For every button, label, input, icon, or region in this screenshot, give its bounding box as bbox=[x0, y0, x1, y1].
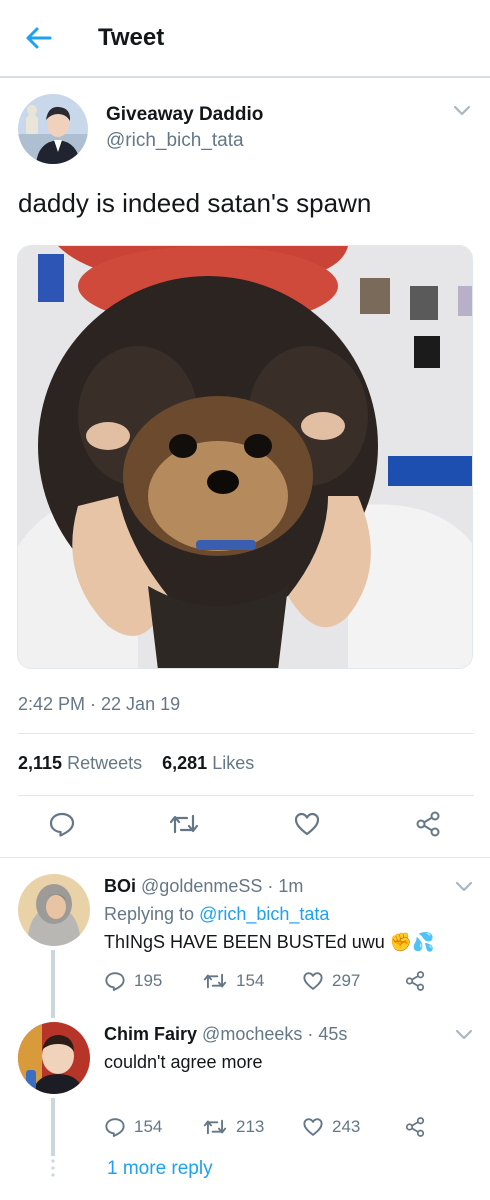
tweet-author: Giveaway Daddio @rich_bich_tata bbox=[18, 94, 472, 170]
tweet-stats: 2,115 Retweets 6,281 Likes bbox=[18, 753, 254, 774]
retweet-button[interactable]: 154 bbox=[202, 970, 264, 992]
reply-text: couldn't agree more bbox=[104, 1052, 263, 1072]
reply-header: Chim Fairy @mocheeks · 45s bbox=[104, 1024, 347, 1045]
reply-tweet[interactable]: BOi @goldenmeSS · 1m Replying to @rich_b… bbox=[0, 870, 490, 1018]
retweet-count: 213 bbox=[236, 1117, 265, 1136]
share-button[interactable] bbox=[414, 810, 442, 838]
reply-emoji: ✊💦 bbox=[389, 932, 435, 952]
share-icon bbox=[405, 971, 425, 991]
reply-author-name[interactable]: Chim Fairy bbox=[104, 1024, 197, 1044]
replying-to-label: Replying to bbox=[104, 904, 195, 924]
reply-text-row: ThINgS HAVE BEEN BUSTEd uwu ✊💦 bbox=[104, 932, 435, 953]
share-icon bbox=[405, 1117, 425, 1137]
retweet-icon bbox=[169, 814, 199, 834]
reply-button[interactable]: 154 bbox=[104, 1116, 162, 1138]
likes-label: Likes bbox=[212, 753, 255, 773]
more-replies-link[interactable]: 1 more reply bbox=[107, 1158, 213, 1180]
back-button[interactable] bbox=[22, 22, 54, 54]
thread-line bbox=[51, 950, 55, 1018]
reply-button[interactable]: 195 bbox=[104, 970, 162, 992]
likes-count: 6,281 bbox=[162, 753, 208, 773]
reply-icon bbox=[49, 812, 75, 837]
retweet-count: 154 bbox=[236, 971, 265, 990]
divider bbox=[0, 857, 490, 858]
like-button[interactable] bbox=[293, 810, 321, 838]
reply-avatar[interactable] bbox=[18, 1022, 90, 1094]
thread-dots bbox=[51, 1158, 55, 1178]
retweet-button[interactable]: 213 bbox=[202, 1116, 264, 1138]
retweets-count: 2,115 bbox=[18, 753, 63, 773]
chevron-down-icon[interactable] bbox=[452, 104, 472, 118]
reply-time: · 1m bbox=[267, 876, 304, 896]
reply-button[interactable] bbox=[48, 810, 76, 838]
reply-count: 195 bbox=[134, 971, 163, 990]
author-avatar[interactable] bbox=[18, 94, 88, 164]
replying-to: Replying to @rich_bich_tata bbox=[104, 904, 329, 925]
heart-icon bbox=[303, 972, 323, 990]
reply-count: 154 bbox=[134, 1117, 163, 1136]
retweet-icon bbox=[203, 1119, 227, 1135]
page-title: Tweet bbox=[98, 24, 165, 51]
arrow-left-icon bbox=[26, 27, 52, 49]
reply-header: BOi @goldenmeSS · 1m bbox=[104, 876, 303, 897]
retweet-icon bbox=[203, 973, 227, 989]
author-handle[interactable]: @rich_bich_tata bbox=[106, 130, 244, 152]
reply-time: · 45s bbox=[307, 1024, 348, 1044]
author-name[interactable]: Giveaway Daddio bbox=[106, 104, 263, 126]
heart-icon bbox=[303, 1118, 323, 1136]
like-count: 243 bbox=[332, 1117, 361, 1136]
heart-icon bbox=[294, 812, 320, 836]
share-button[interactable] bbox=[404, 970, 426, 992]
reply-author-name[interactable]: BOi bbox=[104, 876, 136, 896]
reply-text: ThINgS HAVE BEEN BUSTEd uwu bbox=[104, 932, 385, 952]
likes-stat[interactable]: 6,281 Likes bbox=[162, 753, 254, 773]
replying-to-handle[interactable]: @rich_bich_tata bbox=[199, 904, 329, 924]
reply-author-handle[interactable]: @goldenmeSS bbox=[141, 876, 262, 896]
like-button[interactable]: 243 bbox=[302, 1116, 360, 1138]
divider bbox=[18, 795, 474, 796]
retweets-stat[interactable]: 2,115 Retweets bbox=[18, 753, 142, 773]
share-button[interactable] bbox=[404, 1116, 426, 1138]
chevron-down-icon[interactable] bbox=[454, 880, 474, 894]
like-button[interactable]: 297 bbox=[302, 970, 360, 992]
divider bbox=[18, 733, 474, 734]
reply-icon bbox=[105, 972, 125, 991]
avatar-image bbox=[18, 94, 88, 164]
top-bar: Tweet bbox=[0, 0, 490, 78]
avatar-image bbox=[18, 1022, 90, 1094]
reply-tweet[interactable]: Chim Fairy @mocheeks · 45s couldn't agre… bbox=[0, 1018, 490, 1158]
thread-line bbox=[51, 1098, 55, 1156]
like-count: 297 bbox=[332, 971, 361, 990]
retweet-button[interactable] bbox=[168, 810, 200, 838]
chevron-down-icon[interactable] bbox=[454, 1028, 474, 1042]
photo-image bbox=[18, 246, 472, 668]
tweet-photo[interactable] bbox=[17, 245, 473, 669]
share-icon bbox=[416, 811, 440, 837]
avatar-image bbox=[18, 874, 90, 946]
tweet-text: daddy is indeed satan's spawn bbox=[18, 188, 372, 218]
reply-icon bbox=[105, 1118, 125, 1137]
reply-author-handle[interactable]: @mocheeks bbox=[202, 1024, 302, 1044]
retweets-label: Retweets bbox=[67, 753, 143, 773]
reply-avatar[interactable] bbox=[18, 874, 90, 946]
tweet-timestamp: 2:42 PM · 22 Jan 19 bbox=[18, 694, 181, 714]
